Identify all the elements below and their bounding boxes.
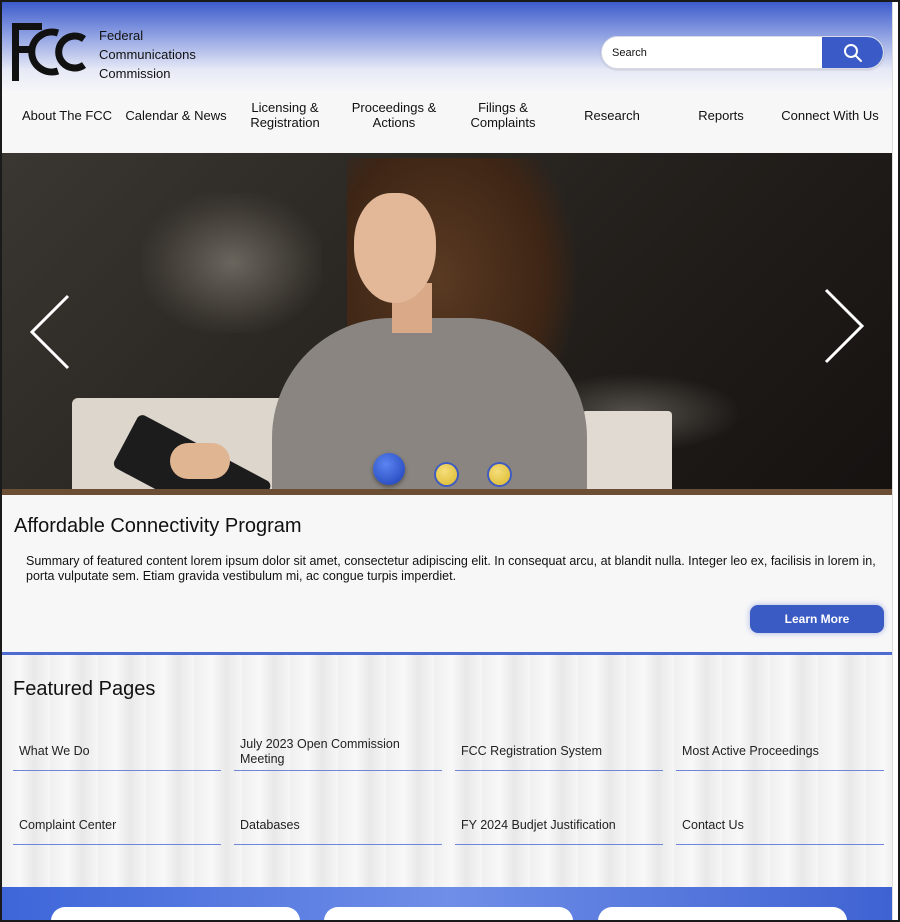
hero-image-person xyxy=(354,193,436,303)
hero-image-backdrop xyxy=(142,193,322,333)
bottom-card-1[interactable] xyxy=(51,907,300,920)
scrollbar[interactable] xyxy=(892,2,898,920)
nav-research[interactable]: Research xyxy=(557,92,667,138)
browser-frame: Federal Communications Commission About … xyxy=(0,0,900,922)
search-bar xyxy=(601,36,884,69)
hero-image-person xyxy=(170,443,230,479)
carousel-next-button[interactable] xyxy=(820,286,868,366)
agency-name: Federal Communications Commission xyxy=(99,26,196,83)
search-icon xyxy=(843,43,862,62)
nav-filings[interactable]: Filings & Complaints xyxy=(448,92,558,138)
bottom-card-3[interactable] xyxy=(598,907,847,920)
hero-image-person xyxy=(272,318,587,495)
carousel-dot-1[interactable] xyxy=(373,453,405,485)
featured-link-contact[interactable]: Contact Us xyxy=(676,807,884,845)
fcc-logo[interactable] xyxy=(10,19,90,85)
hero-image-chair xyxy=(582,411,672,495)
search-input[interactable] xyxy=(602,37,824,68)
learn-more-button[interactable]: Learn More xyxy=(750,605,884,633)
featured-link-budget[interactable]: FY 2024 Budjet Justification xyxy=(455,807,663,845)
featured-link-databases[interactable]: Databases xyxy=(234,807,442,845)
featured-title: Affordable Connectivity Program xyxy=(14,515,302,537)
chevron-left-icon xyxy=(29,294,70,370)
featured-link-registration[interactable]: FCC Registration System xyxy=(455,733,663,771)
carousel-dot-2[interactable] xyxy=(436,464,457,485)
agency-line-2: Communications xyxy=(99,47,196,62)
agency-line-3: Commission xyxy=(99,66,171,81)
hero-carousel xyxy=(2,153,896,495)
carousel-prev-button[interactable] xyxy=(26,292,74,372)
agency-line-1: Federal xyxy=(99,28,144,43)
featured-pages-title: Featured Pages xyxy=(13,678,156,700)
featured-link-open-meeting[interactable]: July 2023 Open Commission Meeting xyxy=(234,733,442,771)
featured-link-proceedings[interactable]: Most Active Proceedings xyxy=(676,733,884,771)
chevron-right-icon xyxy=(824,288,865,364)
site-header: Federal Communications Commission About … xyxy=(2,2,896,152)
featured-link-complaint-center[interactable]: Complaint Center xyxy=(13,807,221,845)
nav-licensing[interactable]: Licensing & Registration xyxy=(230,92,340,138)
carousel-dot-3[interactable] xyxy=(489,464,510,485)
featured-summary: Summary of featured content lorem ipsum … xyxy=(26,554,876,583)
featured-link-what-we-do[interactable]: What We Do xyxy=(13,733,221,771)
nav-connect[interactable]: Connect With Us xyxy=(775,92,885,138)
nav-reports[interactable]: Reports xyxy=(666,92,776,138)
nav-calendar-news[interactable]: Calendar & News xyxy=(121,92,231,138)
search-button[interactable] xyxy=(822,37,883,68)
hero-image-table xyxy=(2,489,896,495)
bottom-card-2[interactable] xyxy=(324,907,573,920)
nav-about[interactable]: About The FCC xyxy=(12,92,122,138)
main-nav: About The FCC Calendar & News Licensing … xyxy=(2,92,896,140)
nav-proceedings[interactable]: Proceedings & Actions xyxy=(339,92,449,138)
